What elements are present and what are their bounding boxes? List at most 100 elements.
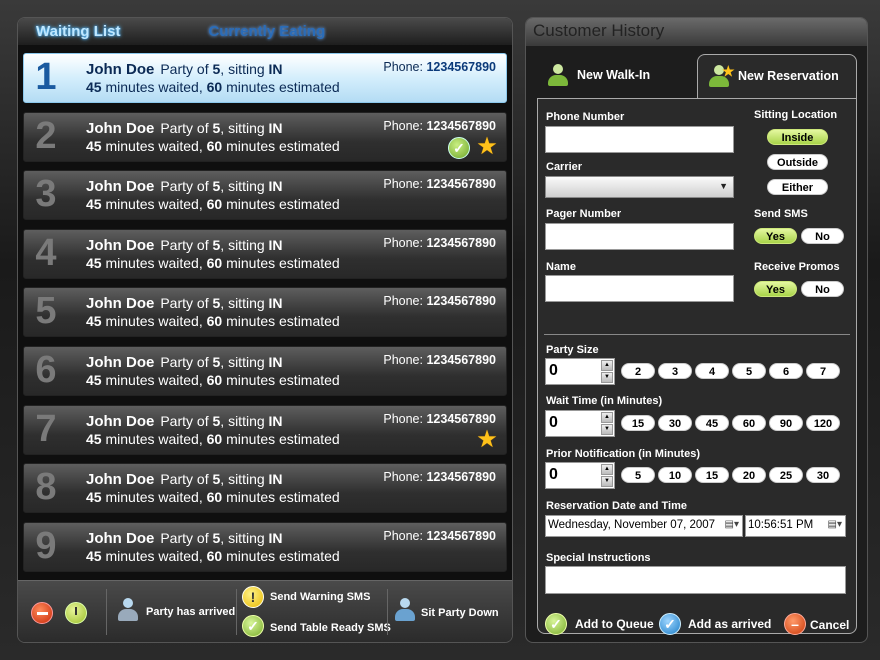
minus-circle-icon[interactable]: –: [784, 613, 806, 635]
notification-quick-button[interactable]: 15: [695, 467, 729, 483]
phone-label: Phone:: [383, 470, 423, 485]
sitting-outside-option[interactable]: Outside: [767, 154, 828, 170]
sitting-prefix: sitting: [228, 353, 265, 370]
carrier-select[interactable]: ▼: [545, 176, 734, 198]
form-divider: [544, 334, 850, 335]
sms-yes-option[interactable]: Yes: [754, 228, 797, 244]
check-icon[interactable]: ✓: [545, 613, 567, 635]
queue-number: 2: [35, 114, 57, 157]
reservation-form: Phone Number Carrier ▼ Pager Number Name…: [537, 98, 857, 635]
sitting-either-option[interactable]: Either: [767, 179, 828, 195]
party-size-quick-button[interactable]: 3: [658, 363, 692, 379]
send-table-ready-sms-button[interactable]: Send Table Ready SMS: [270, 622, 391, 634]
stepper-arrows[interactable]: ▲ ▼: [601, 412, 613, 435]
queue-number: 5: [35, 290, 57, 333]
phone-number: 1234567890: [426, 118, 496, 133]
tab-waiting-list[interactable]: Waiting List: [18, 23, 138, 40]
wait-time-quick-button[interactable]: 90: [769, 415, 803, 431]
reservation-date-value: Wednesday, November 07, 2007: [548, 519, 716, 531]
pager-input[interactable]: [545, 223, 734, 250]
notification-quick-button[interactable]: 20: [732, 467, 766, 483]
phone-input[interactable]: [545, 126, 734, 153]
phone-line: Phone: 1234567890: [383, 60, 496, 74]
add-to-queue-button[interactable]: Add to Queue: [575, 617, 654, 631]
sit-party-icon[interactable]: [392, 597, 418, 623]
list-item[interactable]: 7 John Doe Party of 5, sitting IN 45 minute…: [23, 404, 507, 455]
wait-time-quick-button[interactable]: 60: [732, 415, 766, 431]
party-size-quick-button[interactable]: 7: [806, 363, 840, 379]
name-input[interactable]: [545, 275, 734, 302]
tab-currently-eating[interactable]: Currently Eating: [190, 23, 343, 40]
party-size-quick-button[interactable]: 5: [732, 363, 766, 379]
user-icon: [547, 64, 569, 86]
sitting-inside-option[interactable]: Inside: [767, 129, 828, 145]
phone-number: 1234567890: [426, 352, 496, 367]
phone-label: Phone:: [383, 60, 423, 74]
tab-new-walk-in[interactable]: New Walk-In: [537, 54, 695, 98]
party-arrived-icon[interactable]: [115, 597, 141, 623]
party-size-quick-button[interactable]: 4: [695, 363, 729, 379]
minus-circle-icon[interactable]: [31, 602, 53, 624]
wait-time-quick-button[interactable]: 45: [695, 415, 729, 431]
party-line: John Doe Party of 5, sitting IN: [86, 61, 283, 78]
list-item[interactable]: 3 John Doe Party of 5, sitting IN 45 minute…: [23, 170, 507, 221]
stepper-arrows[interactable]: ▲ ▼: [601, 464, 613, 487]
special-instructions-label: Special Instructions: [546, 552, 651, 564]
minutes-estimated: 60: [206, 313, 223, 330]
send-warning-sms-button[interactable]: Send Warning SMS: [270, 591, 370, 603]
sitting-location: IN: [268, 61, 283, 77]
reservation-time-picker[interactable]: 10:56:51 PM ▤▾: [745, 515, 846, 537]
wait-time-label: Wait Time (in Minutes): [546, 395, 663, 407]
promos-no-option[interactable]: No: [801, 281, 844, 297]
wait-time-quick-button[interactable]: 120: [806, 415, 840, 431]
party-size-value: 0: [549, 362, 558, 379]
tab-label: New Walk-In: [577, 68, 651, 82]
waited-text: minutes waited,: [105, 430, 203, 447]
sit-party-down-button[interactable]: Sit Party Down: [421, 607, 499, 619]
special-instructions-input[interactable]: [545, 566, 846, 594]
waited-text: minutes waited,: [105, 254, 203, 271]
party-line: John Doe Party of 5, sitting IN: [86, 353, 283, 371]
prior-notification-stepper[interactable]: 0 ▲ ▼: [545, 462, 615, 489]
wait-time-stepper[interactable]: 0 ▲ ▼: [545, 410, 615, 437]
party-size-stepper[interactable]: 0 ▲ ▼: [545, 358, 615, 385]
estimated-text: minutes estimated: [226, 196, 340, 213]
notification-quick-button[interactable]: 5: [621, 467, 655, 483]
list-item[interactable]: 8 John Doe Party of 5, sitting IN 45 minute…: [23, 463, 507, 514]
list-item[interactable]: 9 John Doe Party of 5, sitting IN 45 minute…: [23, 521, 507, 572]
promos-yes-option[interactable]: Yes: [754, 281, 797, 297]
waited-text: minutes waited,: [105, 196, 203, 213]
tab-new-reservation[interactable]: ★ New Reservation: [697, 54, 857, 98]
notification-quick-button[interactable]: 10: [658, 467, 692, 483]
party-line: John Doe Party of 5, sitting IN: [86, 236, 283, 254]
minutes-waited: 45: [86, 196, 102, 213]
wait-time-quick-button[interactable]: 30: [658, 415, 692, 431]
check-icon[interactable]: ✓: [242, 615, 264, 637]
list-item[interactable]: 1 John Doe Party of 5, sitting IN 45 minute…: [23, 53, 507, 103]
phone-number: 1234567890: [426, 177, 496, 192]
phone-line: Phone: 1234567890: [383, 412, 496, 426]
party-arrived-button[interactable]: Party has arrived: [146, 606, 235, 618]
phone-label: Phone:: [383, 352, 423, 367]
wait-time-quick-button[interactable]: 15: [621, 415, 655, 431]
list-item[interactable]: 5 John Doe Party of 5, sitting IN 45 minute…: [23, 287, 507, 338]
warning-icon[interactable]: !: [242, 586, 264, 608]
party-size-quick-button[interactable]: 6: [769, 363, 803, 379]
list-item[interactable]: 2 John Doe Party of 5, sitting IN 45 minute…: [23, 111, 507, 162]
sms-no-option[interactable]: No: [801, 228, 844, 244]
notification-quick-button[interactable]: 30: [806, 467, 840, 483]
party-prefix: Party of: [160, 119, 209, 136]
clock-icon[interactable]: [65, 602, 87, 624]
party-size-quick-button[interactable]: 2: [621, 363, 655, 379]
notification-quick-button[interactable]: 25: [769, 467, 803, 483]
minutes-waited: 45: [86, 489, 102, 506]
reservation-date-picker[interactable]: Wednesday, November 07, 2007 ▤▾: [545, 515, 743, 537]
list-item[interactable]: 4 John Doe Party of 5, sitting IN 45 minute…: [23, 228, 507, 279]
toolbar-divider: [236, 589, 237, 635]
cancel-button[interactable]: Cancel: [810, 618, 849, 632]
stepper-arrows[interactable]: ▲ ▼: [601, 360, 613, 383]
add-as-arrived-button[interactable]: Add as arrived: [688, 617, 771, 631]
phone-label: Phone:: [383, 177, 423, 192]
check-icon[interactable]: ✓: [659, 613, 681, 635]
list-item[interactable]: 6 John Doe Party of 5, sitting IN 45 minute…: [23, 345, 507, 396]
